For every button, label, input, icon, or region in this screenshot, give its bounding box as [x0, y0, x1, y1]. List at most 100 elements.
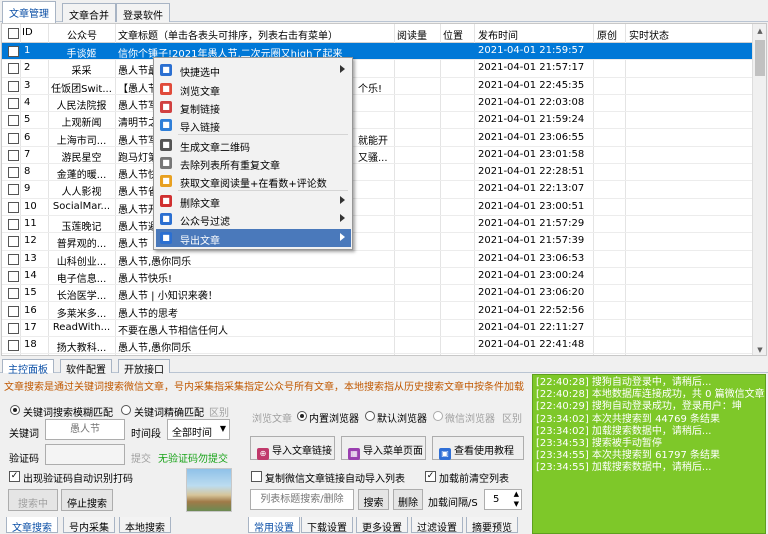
menu-item[interactable]: ■ 生成文章二维码	[156, 136, 351, 154]
row-checkbox[interactable]	[8, 305, 19, 317]
table-row[interactable]: 8 金蓬的暖... 愚人节快 2021-04-01 22:28:51	[2, 164, 754, 182]
tab-login-software[interactable]: 登录软件	[116, 3, 170, 22]
subtab-article-search[interactable]: 文章搜索	[6, 517, 58, 534]
clear-list-checkbox[interactable]: ✓	[425, 471, 436, 482]
row-checkbox[interactable]	[8, 97, 19, 109]
searching-button[interactable]: 搜索中	[8, 489, 58, 511]
view-tutorial-button[interactable]: ▣ 查看使用教程	[432, 436, 524, 460]
copy-auto-import-checkbox[interactable]	[251, 471, 262, 482]
table-row[interactable]: 15 长治医学... 愚人节 | 小知识来袭！ 2021-04-01 23:06:20	[2, 285, 754, 303]
row-checkbox[interactable]	[8, 288, 19, 300]
table-row[interactable]: 6 上海市司... 愚人节写 就能开 2021-04-01 23:06:55	[2, 130, 754, 147]
row-time: 2021-04-01 23:01:58	[478, 148, 585, 160]
tab-main-panel[interactable]: 主控面板	[2, 359, 54, 376]
wechat-browser-radio[interactable]	[433, 411, 443, 421]
menu-item[interactable]: ■ 去除列表所有重复文章	[156, 154, 351, 172]
browse-diff-link[interactable]: 区别	[502, 410, 522, 425]
table-row[interactable]: 11 玉莲晚记 愚人节避 2021-04-01 21:57:29	[2, 216, 754, 234]
captcha-input[interactable]	[45, 444, 125, 465]
scroll-down-icon[interactable]: ▼	[753, 343, 766, 355]
row-account: 游民星空	[61, 152, 102, 164]
interval-stepper[interactable]: 5 ▲ ▼	[484, 489, 522, 510]
col-title[interactable]: 文章标题（单击各表头可排序，列表右击有菜单）	[118, 27, 338, 42]
scroll-thumb[interactable]	[755, 40, 765, 76]
table-row[interactable]: 18 扬大教科... 愚人节,愚你同乐 2021-04-01 22:41:48	[2, 337, 754, 355]
period-select[interactable]: 全部时间 ▼	[167, 419, 230, 440]
row-checkbox[interactable]	[8, 201, 19, 213]
tab-open-api[interactable]: 开放接口	[118, 359, 170, 376]
table-row[interactable]: 4 人民法院报 愚人节写 2021-04-01 22:03:08	[2, 95, 754, 113]
table-row[interactable]: 13 山科创业... 愚人节,愚你同乐 2021-04-01 23:06:53	[2, 251, 754, 268]
row-checkbox[interactable]	[8, 184, 19, 196]
tab-article-manage[interactable]: 文章管理	[2, 1, 56, 23]
menu-item[interactable]: ■ 导入链接	[156, 116, 351, 134]
table-row[interactable]: 7 游民星空 跑马灯第 又骚... 2021-04-01 23:01:58	[2, 147, 754, 165]
table-row[interactable]: 14 电子信息... 愚人节快乐! 2021-04-01 23:00:24	[2, 268, 754, 286]
tab-software-config[interactable]: 软件配置	[60, 359, 112, 376]
list-search-button[interactable]: 搜索	[358, 489, 389, 510]
list-filter-input[interactable]	[250, 489, 354, 510]
table-row[interactable]: 3 任饭团Swit... 【愚人节 个乐! 2021-04-01 22:45:35	[2, 78, 754, 95]
row-checkbox[interactable]	[8, 236, 19, 248]
row-checkbox[interactable]	[8, 46, 19, 57]
builtin-browser-radio[interactable]	[297, 411, 307, 421]
row-checkbox[interactable]	[8, 80, 19, 92]
table-row[interactable]: 12 普昇观的... 愚人节 2021-04-01 21:57:39	[2, 233, 754, 251]
menu-item[interactable]: ■ 删除文章	[156, 192, 351, 210]
menu-item[interactable]: ■ 导出文章	[156, 229, 351, 247]
import-menu-page-button[interactable]: ▦ 导入菜单页面	[341, 436, 426, 460]
row-checkbox[interactable]	[8, 132, 19, 144]
row-checkbox[interactable]	[8, 115, 19, 127]
tab-article-merge[interactable]: 文章合并	[62, 3, 116, 22]
stop-search-button[interactable]: 停止搜索	[61, 489, 113, 511]
table-row[interactable]: 17 ReadWith... 不要在愚人节相信任何人 2021-04-01 22:11…	[2, 320, 754, 338]
auto-captcha-checkbox[interactable]: ✓	[9, 471, 20, 482]
subtab-more-settings[interactable]: 更多设置	[356, 517, 408, 534]
stepper-up-icon[interactable]: ▲	[514, 490, 519, 498]
table-row[interactable]: 10 SocialMar... 愚人节开 2021-04-01 23:00:51	[2, 199, 754, 216]
captcha-submit[interactable]: 提交	[131, 450, 151, 465]
scroll-up-icon[interactable]: ▲	[753, 24, 766, 38]
table-scrollbar[interactable]: ▲ ▼	[752, 24, 766, 355]
menu-item[interactable]: ■ 快捷选中	[156, 61, 351, 79]
col-position[interactable]: 位置	[443, 27, 463, 42]
subtab-common-settings[interactable]: 常用设置	[248, 517, 300, 534]
default-browser-radio[interactable]	[365, 411, 375, 421]
table-row[interactable]: 16 多莱米多... 愚人节的思考 2021-04-01 22:52:56	[2, 303, 754, 320]
subtab-summary-preview[interactable]: 摘要预览	[466, 517, 518, 534]
row-checkbox[interactable]	[8, 253, 19, 265]
col-status[interactable]: 实时状态	[629, 27, 669, 42]
subtab-filter-settings[interactable]: 过滤设置	[411, 517, 463, 534]
menu-item[interactable]: ■ 公众号过滤	[156, 210, 351, 228]
row-checkbox[interactable]	[8, 149, 19, 161]
stepper-down-icon[interactable]: ▼	[514, 500, 519, 508]
keyword-input[interactable]	[45, 419, 125, 440]
col-time[interactable]: 发布时间	[478, 27, 518, 42]
row-checkbox[interactable]	[8, 167, 19, 179]
row-checkbox[interactable]	[8, 63, 19, 75]
table-row[interactable]: 2 采采 愚人节最 2021-04-01 21:57:17	[2, 60, 754, 78]
table-row[interactable]: 1 手谈姬 信你个锤子!2021年愚人节,二次元圈又high了起来 2021-04-0…	[2, 43, 754, 61]
subtab-account-collect[interactable]: 号内采集	[63, 517, 115, 534]
menu-item[interactable]: ■ 浏览文章	[156, 80, 351, 98]
row-checkbox[interactable]	[8, 219, 19, 230]
table-row[interactable]: 5 上观新闻 清明节之 2021-04-01 21:59:24	[2, 112, 754, 130]
col-reads[interactable]: 阅读量	[397, 27, 427, 42]
menu-item[interactable]: ■ 获取文章阅读量+在看数+评论数	[156, 172, 351, 190]
row-checkbox[interactable]	[8, 270, 19, 282]
fuzzy-match-radio[interactable]	[10, 405, 20, 415]
col-id[interactable]: ID	[22, 27, 33, 38]
menu-item[interactable]: ■ 复制链接	[156, 98, 351, 116]
table-row[interactable]: 9 人人影视 愚人节省 2021-04-01 22:13:07	[2, 181, 754, 199]
row-checkbox[interactable]	[8, 340, 19, 352]
select-all-checkbox[interactable]	[8, 28, 19, 39]
list-delete-button[interactable]: 删除	[393, 489, 423, 510]
exact-match-radio[interactable]	[121, 405, 131, 415]
import-article-link-button[interactable]: ⊕ 导入文章链接	[250, 436, 335, 460]
subtab-local-search[interactable]: 本地搜索	[119, 517, 171, 534]
col-original[interactable]: 原创	[597, 27, 617, 42]
subtab-download-settings[interactable]: 下载设置	[301, 517, 353, 534]
col-account[interactable]: 公众号	[67, 27, 97, 42]
row-checkbox[interactable]	[8, 322, 19, 334]
match-diff-link[interactable]: 区别	[209, 404, 229, 419]
